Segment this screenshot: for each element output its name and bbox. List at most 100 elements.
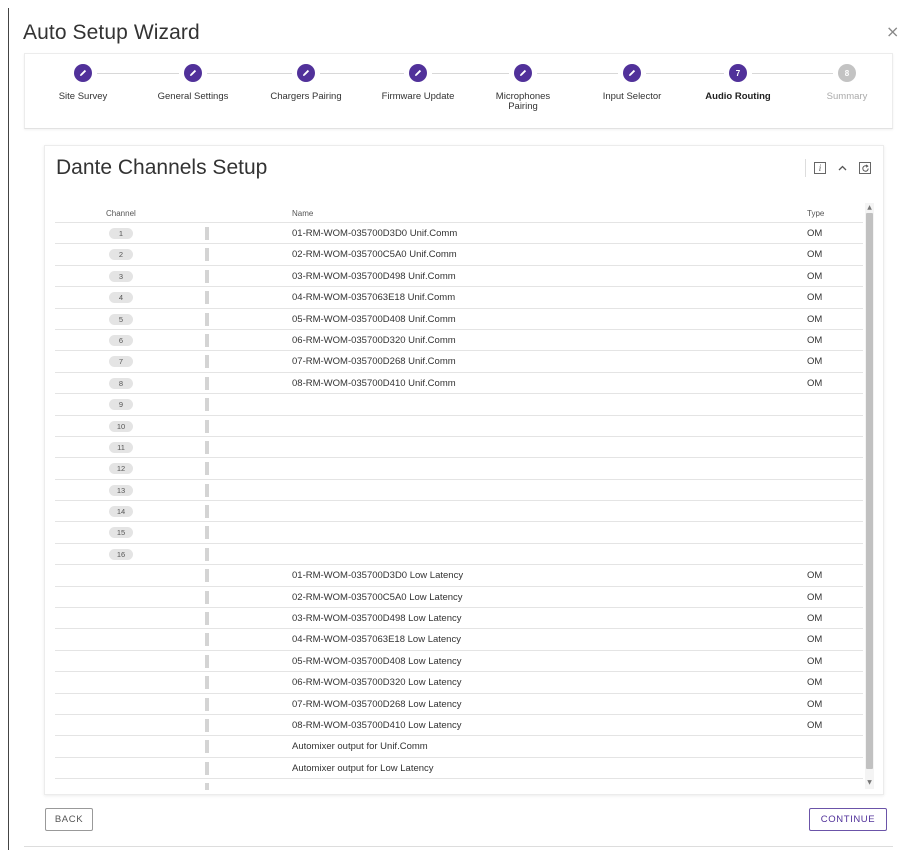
- header-channel: Channel: [106, 209, 136, 218]
- drag-handle-icon[interactable]: [205, 676, 209, 690]
- chevron-up-icon[interactable]: [838, 163, 847, 174]
- table-row[interactable]: 15: [55, 522, 863, 544]
- scroll-down-icon[interactable]: ▼: [866, 779, 873, 787]
- drag-handle-icon[interactable]: [205, 697, 209, 711]
- pencil-icon: [297, 64, 315, 82]
- table-row[interactable]: 6 06-RM-WOM-035700D320 Unif.Comm OM: [55, 330, 863, 352]
- table-row[interactable]: Automixer output for Low Latency: [55, 758, 863, 780]
- step-connector: [97, 73, 179, 74]
- table-row[interactable]: 01-RM-WOM-035700D3D0 Low Latency OM: [55, 565, 863, 587]
- drag-handle-icon[interactable]: [205, 740, 209, 754]
- drag-handle-icon[interactable]: [205, 355, 209, 369]
- drag-handle-icon[interactable]: [205, 376, 209, 390]
- info-icon[interactable]: i: [814, 162, 826, 174]
- drag-handle-icon[interactable]: [205, 612, 209, 626]
- channel-name: 04-RM-WOM-0357063E18 Low Latency: [292, 634, 461, 646]
- table-row[interactable]: 10: [55, 416, 863, 437]
- drag-handle-icon[interactable]: [205, 291, 209, 305]
- wizard-stepper: Site Survey General Settings Chargers Pair…: [24, 53, 893, 129]
- channel-name: 07-RM-WOM-035700D268 Unif.Comm: [292, 356, 456, 368]
- table-row[interactable]: 11: [55, 437, 863, 459]
- drag-handle-icon[interactable]: [205, 398, 209, 412]
- table-row[interactable]: 16: [55, 544, 863, 566]
- step-connector: [752, 73, 833, 74]
- drag-handle-icon[interactable]: [205, 333, 209, 347]
- drag-handle-icon[interactable]: [205, 547, 209, 561]
- drag-handle-icon[interactable]: [205, 590, 209, 604]
- table-row[interactable]: 05-RM-WOM-035700D408 Low Latency OM: [55, 651, 863, 673]
- channel-badge: 7: [109, 356, 133, 368]
- channel-badge: 13: [109, 484, 133, 496]
- channel-name: Automixer output for Unif.Comm: [292, 741, 428, 753]
- table-row[interactable]: 5 05-RM-WOM-035700D408 Unif.Comm OM: [55, 309, 863, 330]
- table-row[interactable]: 02-RM-WOM-035700C5A0 Low Latency OM: [55, 587, 863, 609]
- channel-type: OM: [807, 591, 823, 603]
- panel-title: Dante Channels Setup: [56, 156, 268, 179]
- drag-handle-icon[interactable]: [205, 227, 209, 240]
- step-connector: [537, 73, 618, 74]
- table-row[interactable]: 13: [55, 480, 863, 502]
- panel-toolbar: i: [805, 159, 871, 177]
- table-row[interactable]: 1 01-RM-WOM-035700D3D0 Unif.Comm OM: [55, 223, 863, 245]
- drag-handle-icon[interactable]: [205, 248, 209, 262]
- drag-handle-icon[interactable]: [205, 718, 209, 732]
- back-button[interactable]: BACK: [45, 808, 93, 831]
- drag-handle-icon[interactable]: [205, 440, 209, 454]
- pencil-icon: [409, 64, 427, 82]
- footer-divider: [24, 846, 893, 847]
- drag-handle-icon[interactable]: [205, 526, 209, 540]
- channel-type: OM: [807, 377, 823, 389]
- channel-badge: 2: [109, 249, 133, 261]
- channel-type: OM: [807, 570, 823, 582]
- table-row[interactable]: 9: [55, 394, 863, 416]
- step-connector: [432, 73, 509, 74]
- toolbar-divider: [805, 159, 806, 177]
- table-row[interactable]: 3 03-RM-WOM-035700D498 Unif.Comm OM: [55, 266, 863, 288]
- channel-type: OM: [807, 292, 823, 304]
- scrollbar[interactable]: ▲ ▼: [865, 203, 874, 789]
- channel-name: 08-RM-WOM-035700D410 Low Latency: [292, 719, 462, 731]
- table-row[interactable]: 07-RM-WOM-035700D268 Low Latency OM: [55, 694, 863, 715]
- drag-handle-icon[interactable]: [205, 783, 209, 790]
- drag-handle-icon[interactable]: [205, 633, 209, 647]
- drag-handle-icon[interactable]: [205, 483, 209, 497]
- table-row[interactable]: Automixer output for Unif.Comm: [55, 736, 863, 758]
- channel-badge: 6: [109, 334, 133, 346]
- channel-badge: 9: [109, 399, 133, 411]
- table-row[interactable]: 06-RM-WOM-035700D320 Low Latency OM: [55, 672, 863, 694]
- table-row[interactable]: [55, 779, 863, 790]
- table-row[interactable]: 7 07-RM-WOM-035700D268 Unif.Comm OM: [55, 351, 863, 373]
- drag-handle-icon[interactable]: [205, 419, 209, 433]
- drag-handle-icon[interactable]: [205, 654, 209, 668]
- channel-type: OM: [807, 356, 823, 368]
- channel-type: OM: [807, 313, 823, 325]
- scrollbar-thumb[interactable]: [866, 213, 873, 769]
- channel-name: 02-RM-WOM-035700C5A0 Low Latency: [292, 591, 463, 603]
- table-row[interactable]: 12: [55, 458, 863, 480]
- table-row[interactable]: 14: [55, 501, 863, 523]
- table-row[interactable]: 4 04-RM-WOM-0357063E18 Unif.Comm OM: [55, 287, 863, 309]
- drag-handle-icon[interactable]: [205, 269, 209, 283]
- drag-handle-icon[interactable]: [205, 761, 209, 775]
- table-body: 1 01-RM-WOM-035700D3D0 Unif.Comm OM 2 02-RM-…: [55, 223, 863, 790]
- drag-handle-icon[interactable]: [205, 505, 209, 519]
- drag-handle-icon[interactable]: [205, 569, 209, 583]
- channel-type: OM: [807, 655, 823, 667]
- channel-type: OM: [807, 613, 823, 625]
- refresh-icon[interactable]: [859, 162, 871, 174]
- pencil-icon: [623, 64, 641, 82]
- drag-handle-icon[interactable]: [205, 462, 209, 476]
- channel-name: Automixer output for Low Latency: [292, 762, 434, 774]
- close-icon[interactable]: ×: [886, 24, 899, 40]
- table-row[interactable]: 03-RM-WOM-035700D498 Low Latency OM: [55, 608, 863, 630]
- table-row[interactable]: 8 08-RM-WOM-035700D410 Unif.Comm OM: [55, 373, 863, 395]
- channel-type: OM: [807, 719, 823, 731]
- continue-button[interactable]: CONTINUE: [809, 808, 887, 831]
- channel-badge: 1: [109, 228, 133, 239]
- table-row[interactable]: 08-RM-WOM-035700D410 Low Latency OM: [55, 715, 863, 737]
- table-row[interactable]: 04-RM-WOM-0357063E18 Low Latency OM: [55, 629, 863, 651]
- drag-handle-icon[interactable]: [205, 312, 209, 326]
- scroll-up-icon[interactable]: ▲: [866, 204, 873, 212]
- channel-type: OM: [807, 249, 823, 261]
- table-row[interactable]: 2 02-RM-WOM-035700C5A0 Unif.Comm OM: [55, 244, 863, 266]
